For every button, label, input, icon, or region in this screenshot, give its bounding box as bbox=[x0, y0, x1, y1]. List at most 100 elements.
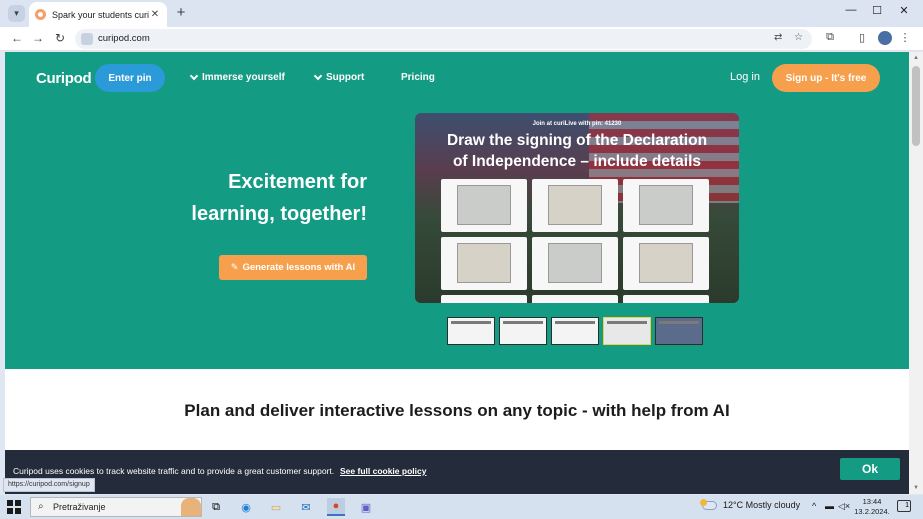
taskbar-clock[interactable]: 13:44 13.2.2024. bbox=[852, 497, 892, 517]
login-link[interactable]: Log in bbox=[730, 71, 760, 83]
chrome-icon[interactable]: ● bbox=[327, 498, 345, 516]
site-info-icon[interactable] bbox=[81, 33, 93, 45]
notification-icon[interactable]: 1 bbox=[897, 500, 911, 512]
drawing-card bbox=[623, 179, 709, 232]
tab-strip: ▾ Spark your students curiosity ✕ + — ☐ … bbox=[0, 0, 923, 27]
windows-taskbar: ⌕ Pretraživanje ⧉ ◉ ▭ ✉ ● ▣ 12°C Mostly … bbox=[0, 495, 923, 519]
scroll-thumb[interactable] bbox=[912, 66, 920, 146]
close-icon[interactable]: ✕ bbox=[149, 9, 161, 20]
drawing-image bbox=[457, 243, 511, 283]
curipod-favicon-icon bbox=[35, 9, 46, 20]
forward-icon[interactable]: → bbox=[30, 30, 46, 47]
side-panel-icon[interactable]: ▯ bbox=[854, 31, 870, 44]
slide-thumbnail[interactable] bbox=[655, 317, 703, 345]
search-highlight-image bbox=[181, 498, 201, 516]
cookie-policy-link[interactable]: See full cookie policy bbox=[340, 466, 426, 476]
drawing-card bbox=[623, 237, 709, 290]
task-view-icon[interactable]: ⧉ bbox=[207, 498, 225, 516]
thumbnail-bar bbox=[607, 321, 647, 324]
lesson-preview: Join at curiLive with pin: 41230 Draw th… bbox=[415, 113, 739, 303]
clock-date: 13.2.2024. bbox=[854, 507, 890, 516]
thumbnail-bar bbox=[503, 321, 543, 324]
new-tab-icon[interactable]: + bbox=[173, 4, 189, 21]
thumbnail-bar bbox=[659, 321, 699, 324]
nav-support-label: Support bbox=[326, 72, 365, 83]
signup-button[interactable]: Sign up - It's free bbox=[772, 64, 880, 92]
drawing-card bbox=[532, 237, 618, 290]
clock-time: 13:44 bbox=[862, 497, 882, 506]
nav-support[interactable]: Support bbox=[313, 71, 365, 83]
slide-thumbnail[interactable] bbox=[499, 317, 547, 345]
status-bar-url: https://curipod.com/signup bbox=[3, 478, 95, 492]
page-scrollbar[interactable]: ▲ ▼ bbox=[909, 52, 923, 494]
slide-thumbnail[interactable] bbox=[551, 317, 599, 345]
tab-title: Spark your students curiosity bbox=[52, 9, 149, 20]
curipod-logo[interactable]: Curipod bbox=[36, 70, 92, 87]
bookmark-star-icon[interactable]: ☆ bbox=[794, 32, 803, 43]
nav-immerse-label: Immerse yourself bbox=[202, 72, 285, 83]
extensions-icon[interactable]: ⧉ bbox=[822, 31, 838, 44]
drawing-image bbox=[639, 243, 693, 283]
url-text: curipod.com bbox=[98, 33, 150, 44]
drawing-image bbox=[639, 185, 693, 225]
translate-icon[interactable]: ⇄ bbox=[774, 32, 782, 43]
taskbar-search-input[interactable]: ⌕ Pretraživanje bbox=[30, 497, 202, 517]
window-close-icon[interactable]: ✕ bbox=[891, 4, 917, 17]
cookie-ok-button[interactable]: Ok bbox=[840, 458, 900, 480]
slide-thumbnail-selected[interactable] bbox=[603, 317, 651, 345]
edge-icon[interactable]: ◉ bbox=[237, 498, 255, 516]
preview-title-line-2: of Independence – include details bbox=[452, 153, 702, 170]
menu-icon[interactable]: ⋮ bbox=[897, 31, 913, 44]
enter-pin-button[interactable]: Enter pin bbox=[95, 64, 165, 92]
cookie-text: Curipod uses cookies to track website tr… bbox=[13, 466, 335, 476]
headline-line-1: Excitement for bbox=[228, 171, 367, 193]
headline-line-2: learning, together! bbox=[191, 203, 367, 225]
browser-tab[interactable]: Spark your students curiosity ✕ bbox=[29, 2, 167, 27]
volume-icon[interactable]: ◁× bbox=[838, 501, 850, 512]
thumbnail-bar bbox=[555, 321, 595, 324]
search-icon: ⌕ bbox=[38, 501, 44, 512]
drawing-card bbox=[532, 179, 618, 232]
profile-avatar-icon[interactable] bbox=[878, 31, 892, 45]
nav-pricing[interactable]: Pricing bbox=[401, 72, 435, 83]
teams-icon[interactable]: ▣ bbox=[357, 498, 375, 516]
browser-toolbar: ← → ↻ curipod.com ⇄ ☆ ⧉ ▯ ⋮ bbox=[0, 27, 923, 51]
maximize-icon[interactable]: ☐ bbox=[864, 4, 890, 17]
drawing-card bbox=[532, 295, 618, 303]
taskbar-search-text: Pretraživanje bbox=[53, 502, 106, 512]
back-icon[interactable]: ← bbox=[9, 30, 25, 47]
generate-lessons-button[interactable]: ✎ Generate lessons with AI bbox=[219, 255, 367, 280]
drawing-card bbox=[441, 237, 527, 290]
tab-search-icon[interactable]: ▾ bbox=[8, 5, 25, 22]
slide-thumbnail[interactable] bbox=[447, 317, 495, 345]
generate-lessons-label: Generate lessons with AI bbox=[242, 262, 356, 273]
network-icon[interactable]: ▬ bbox=[825, 501, 834, 511]
minimize-icon[interactable]: — bbox=[838, 4, 864, 16]
reload-icon[interactable]: ↻ bbox=[52, 30, 68, 47]
drawing-image bbox=[548, 243, 602, 283]
preview-title: Draw the signing of the Declaration of I… bbox=[427, 130, 727, 172]
address-bar[interactable]: curipod.com ⇄ ☆ bbox=[75, 29, 812, 49]
cloud-sun-icon bbox=[700, 498, 717, 510]
hero-section: Curipod Enter pin Immerse yourself Suppo… bbox=[5, 52, 909, 369]
drawing-image bbox=[548, 185, 602, 225]
weather-widget[interactable]: 12°C Mostly cloudy bbox=[700, 498, 801, 510]
mail-icon[interactable]: ✉ bbox=[297, 498, 315, 516]
scroll-down-icon[interactable]: ▼ bbox=[909, 482, 923, 494]
weather-desc: Mostly cloudy bbox=[745, 500, 801, 510]
scroll-up-icon[interactable]: ▲ bbox=[909, 52, 923, 64]
file-explorer-icon[interactable]: ▭ bbox=[267, 498, 285, 516]
nav-immerse-yourself[interactable]: Immerse yourself bbox=[189, 71, 285, 83]
thumbnail-bar bbox=[451, 321, 491, 324]
tray-chevron-icon[interactable]: ^ bbox=[812, 501, 816, 511]
slide-thumbnails bbox=[447, 317, 703, 345]
preview-pin-text: Join at curiLive with pin: 41230 bbox=[532, 121, 622, 127]
plan-heading: Plan and deliver interactive lessons on … bbox=[184, 401, 730, 420]
drawing-card bbox=[441, 295, 527, 303]
drawing-image bbox=[457, 185, 511, 225]
chevron-down-icon bbox=[313, 71, 323, 80]
drawing-card bbox=[441, 179, 527, 232]
weather-temp: 12°C bbox=[723, 500, 744, 510]
magic-wand-icon: ✎ bbox=[230, 262, 239, 272]
windows-start-icon[interactable] bbox=[7, 500, 21, 514]
